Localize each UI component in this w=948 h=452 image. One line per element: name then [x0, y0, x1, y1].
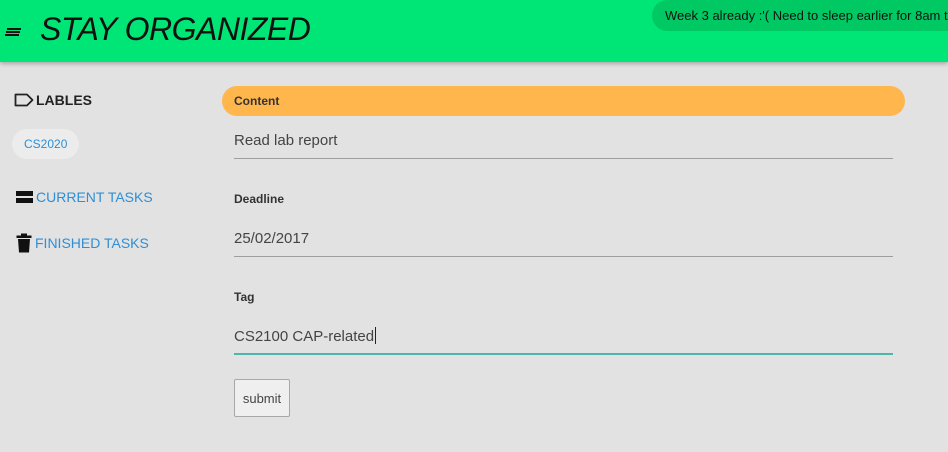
- nav-finished-tasks-label: FINISHED TASKS: [35, 235, 149, 251]
- content-header: Content: [222, 86, 905, 116]
- tag-label: Tag: [234, 290, 255, 304]
- submit-button[interactable]: submit: [234, 379, 290, 417]
- notification-banner: Week 3 already :'( Need to sleep earlier…: [652, 0, 948, 31]
- deadline-input[interactable]: 25/02/2017: [234, 221, 893, 257]
- deadline-label: Deadline: [234, 192, 285, 206]
- app-title: STAY ORGANIZED: [40, 11, 311, 47]
- trash-icon: [16, 233, 32, 253]
- content-input[interactable]: Read lab report: [234, 123, 893, 159]
- menu-icon[interactable]: [4, 24, 22, 40]
- tag-input-text: CS2100 CAP-related: [234, 328, 375, 345]
- nav-current-tasks-label: CURRENT TASKS: [36, 189, 153, 205]
- app-bar: STAY ORGANIZED Week 3 already :'( Need t…: [0, 0, 948, 62]
- text-caret: [375, 327, 377, 344]
- nav-finished-tasks[interactable]: FINISHED TASKS: [16, 233, 149, 253]
- label-icon: [14, 93, 34, 107]
- nav-current-tasks[interactable]: CURRENT TASKS: [16, 189, 153, 205]
- labels-heading-text: LABLES: [36, 92, 92, 108]
- list-icon: [16, 191, 33, 203]
- tag-input[interactable]: CS2100 CAP-related: [234, 319, 893, 355]
- label-chip-cs2020[interactable]: CS2020: [12, 129, 80, 159]
- labels-heading: LABLES: [14, 90, 92, 110]
